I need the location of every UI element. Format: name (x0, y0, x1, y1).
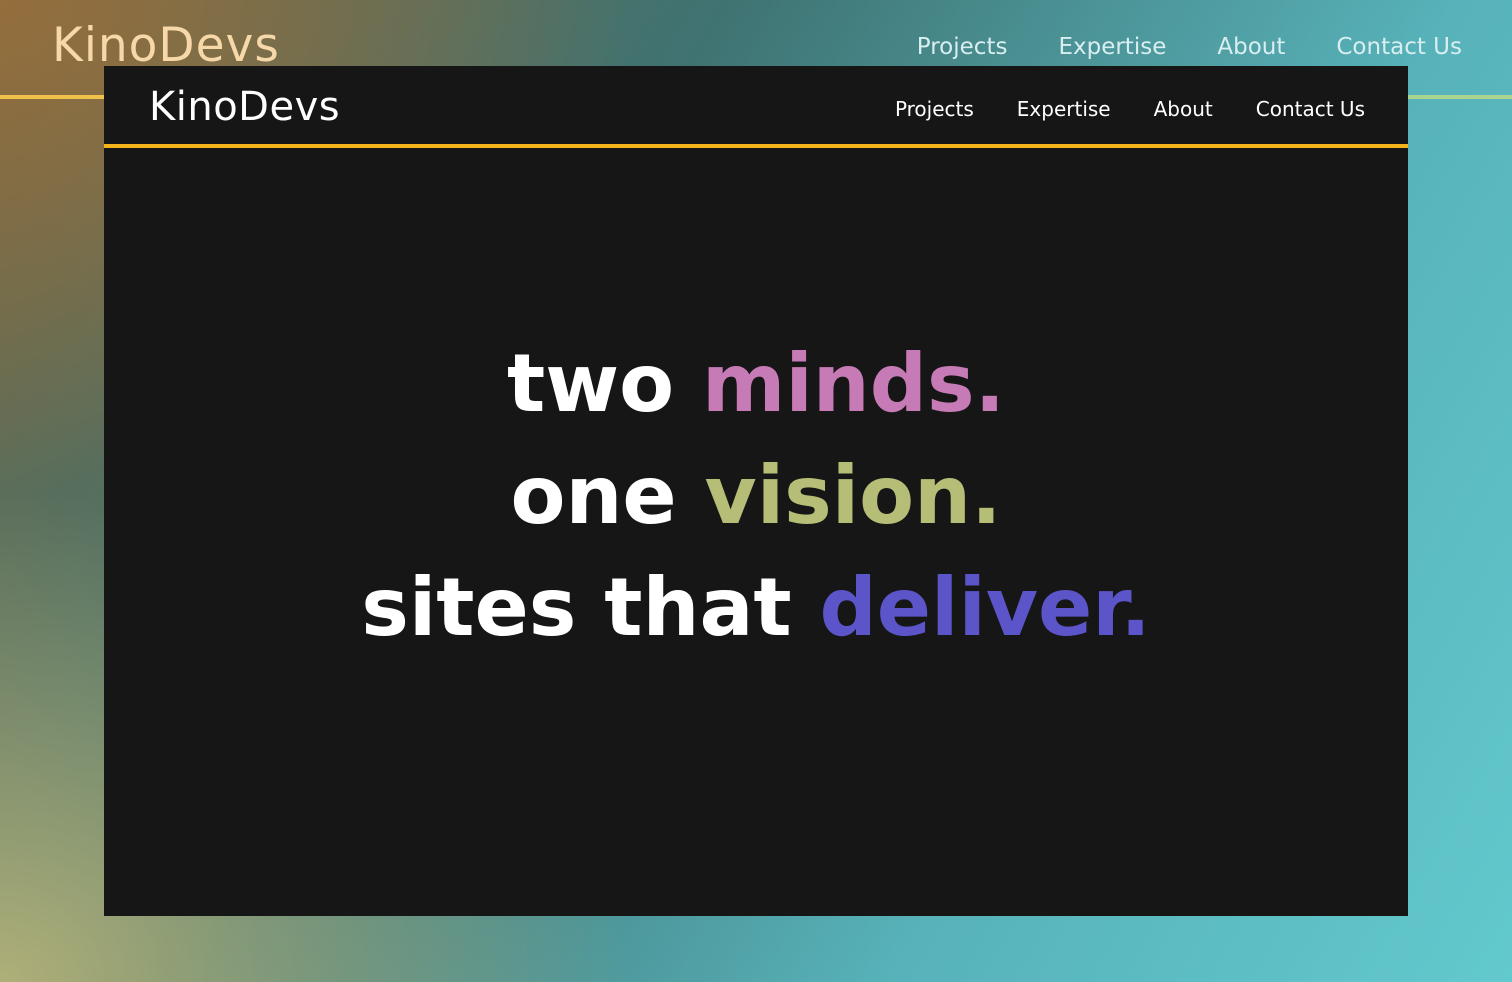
background-nav-expertise: Expertise (1058, 34, 1167, 60)
background-nav-projects: Projects (916, 34, 1008, 60)
site-header: KinoDevs Projects Expertise About Contac… (104, 66, 1408, 148)
main-nav: Projects Expertise About Contact Us (895, 97, 1365, 121)
background-nav-about: About (1217, 34, 1286, 60)
hero-line-1-accent: minds. (701, 337, 1005, 430)
background-accent-line-left (0, 95, 104, 99)
site-window: KinoDevs Projects Expertise About Contac… (104, 66, 1408, 916)
background-logo: KinoDevs (52, 18, 280, 73)
hero-line-1-plain: two (507, 337, 675, 430)
background-nav-contact: Contact Us (1336, 34, 1462, 60)
nav-projects-link[interactable]: Projects (895, 97, 974, 121)
hero-line-1: two minds. (104, 328, 1408, 440)
site-logo[interactable]: KinoDevs (149, 84, 340, 130)
nav-expertise-link[interactable]: Expertise (1017, 97, 1111, 121)
hero-headline: two minds. one vision. sites that delive… (104, 328, 1408, 664)
hero-line-3: sites that deliver. (104, 552, 1408, 664)
hero-line-3-plain: sites that (361, 561, 792, 654)
nav-contact-link[interactable]: Contact Us (1256, 97, 1365, 121)
nav-about-link[interactable]: About (1154, 97, 1213, 121)
hero-line-2-accent: vision. (704, 449, 1002, 542)
background-accent-line-right (1408, 95, 1512, 99)
background-nav: Projects Expertise About Contact Us (917, 34, 1462, 60)
hero-line-2: one vision. (104, 440, 1408, 552)
hero-line-3-accent: deliver. (819, 561, 1151, 654)
hero-line-2-plain: one (510, 449, 677, 542)
